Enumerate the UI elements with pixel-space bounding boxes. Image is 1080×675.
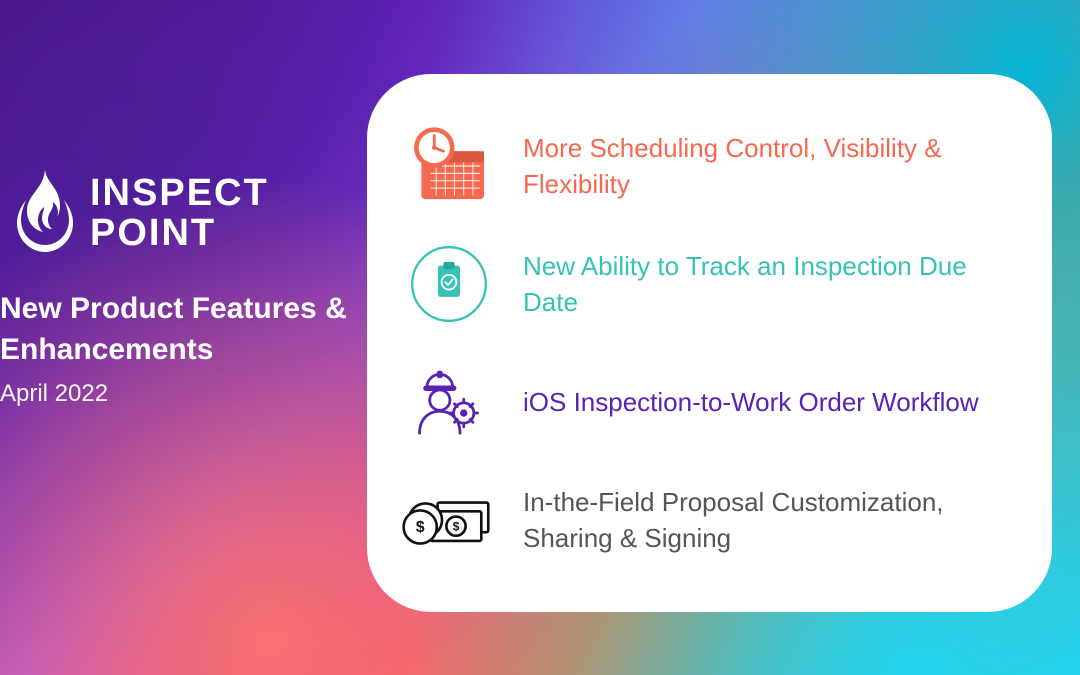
feature-row: $ $ In-the-Field Proposal Customization,… bbox=[401, 472, 1010, 568]
svg-text:$: $ bbox=[453, 519, 460, 533]
feature-text: More Scheduling Control, Visibility & Fl… bbox=[523, 130, 1010, 203]
calendar-clock-icon bbox=[401, 118, 497, 214]
feature-row: iOS Inspection-to-Work Order Workflow bbox=[401, 354, 1010, 450]
subtitle: New Product Features & Enhancements bbox=[0, 289, 380, 370]
feature-row: More Scheduling Control, Visibility & Fl… bbox=[401, 118, 1010, 214]
svg-text:$: $ bbox=[416, 519, 425, 536]
left-panel: INSPECT POINT New Product Features & Enh… bbox=[0, 170, 380, 408]
brand-logo: INSPECT POINT bbox=[0, 170, 380, 257]
feature-text: New Ability to Track an Inspection Due D… bbox=[523, 248, 1010, 321]
feature-row: New Ability to Track an Inspection Due D… bbox=[401, 236, 1010, 332]
clipboard-check-icon bbox=[401, 236, 497, 332]
money-dollar-icon: $ $ bbox=[401, 472, 497, 568]
feature-text: iOS Inspection-to-Work Order Workflow bbox=[523, 384, 979, 420]
feature-text: In-the-Field Proposal Customization, Sha… bbox=[523, 484, 1010, 557]
worker-gear-icon bbox=[401, 354, 497, 450]
slide-canvas: INSPECT POINT New Product Features & Enh… bbox=[0, 0, 1080, 675]
brand-wordmark: INSPECT POINT bbox=[90, 174, 269, 254]
brand-line-2: POINT bbox=[90, 214, 269, 254]
flame-icon bbox=[14, 170, 76, 257]
features-card: More Scheduling Control, Visibility & Fl… bbox=[367, 74, 1052, 612]
brand-line-1: INSPECT bbox=[90, 174, 269, 214]
date-label: April 2022 bbox=[0, 380, 380, 408]
